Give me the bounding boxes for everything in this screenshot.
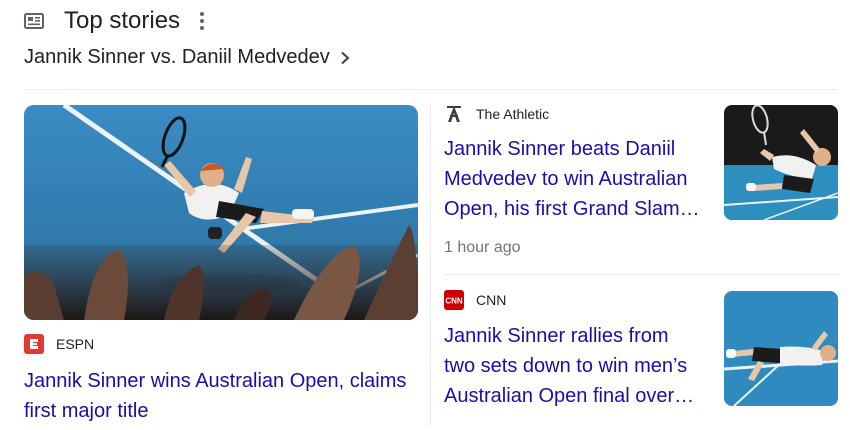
column-divider [430, 104, 431, 426]
news-icon [24, 13, 44, 29]
side-headline-2[interactable]: Jannik Sinner rallies from two sets down… [444, 321, 704, 411]
chevron-right-icon [341, 51, 350, 64]
side-source-2[interactable]: CNN CNN [444, 290, 506, 310]
story-timestamp: 1 hour ago [444, 239, 521, 256]
cnn-logo-icon: CNN [444, 290, 464, 310]
lead-source[interactable]: ESPN [24, 334, 94, 354]
topic-link[interactable]: Jannik Sinner vs. Daniil Medvedev [24, 46, 350, 69]
side-story-image-2[interactable] [724, 291, 838, 406]
side-headline-1[interactable]: Jannik Sinner beats Daniil Medvedev to w… [444, 134, 704, 224]
more-vert-icon[interactable] [200, 12, 205, 30]
lead-story-image[interactable] [24, 105, 418, 320]
source-name: CNN [476, 292, 507, 308]
lead-headline[interactable]: Jannik Sinner wins Australian Open, clai… [24, 366, 424, 426]
side-source-1[interactable]: The Athletic [444, 104, 549, 124]
header-divider [24, 89, 838, 90]
source-name: ESPN [56, 336, 95, 352]
top-stories-header: Top stories [24, 6, 205, 36]
section-title: Top stories [64, 7, 181, 34]
source-name: The Athletic [476, 106, 550, 122]
espn-logo-icon [24, 334, 44, 354]
svg-text:CNN: CNN [445, 297, 463, 306]
topic-label: Jannik Sinner vs. Daniil Medvedev [24, 46, 330, 68]
side-story-image-1[interactable] [724, 105, 838, 220]
story-divider [444, 274, 838, 275]
the-athletic-logo-icon [447, 106, 461, 122]
